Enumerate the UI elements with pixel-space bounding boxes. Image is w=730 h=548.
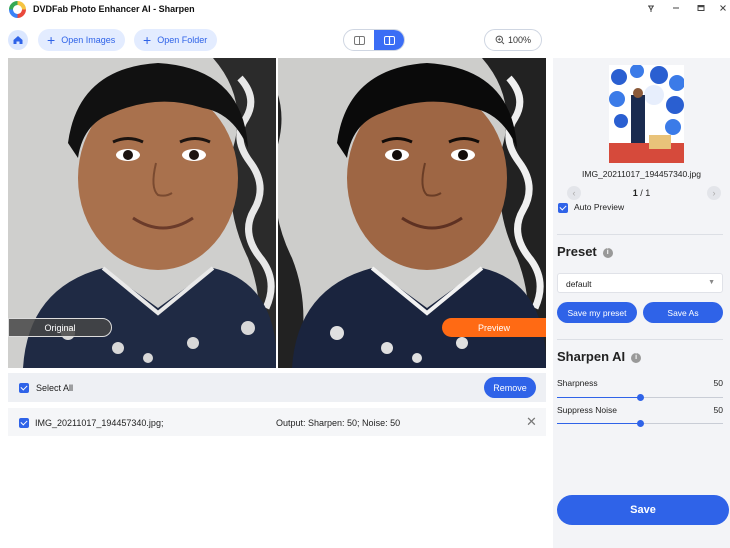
settings-panel: IMG_20211017_194457340.jpg ‹ 1 / 1 › Aut…: [553, 58, 730, 548]
preview-label: Preview: [442, 318, 546, 337]
open-images-button[interactable]: + Open Images: [38, 29, 126, 51]
pin-icon[interactable]: [644, 3, 658, 17]
home-button[interactable]: [8, 30, 28, 50]
zoom-icon: [495, 35, 505, 45]
select-all-label: Select All: [36, 383, 74, 393]
sharpen-title: Sharpen AI: [557, 349, 626, 364]
file-output-settings: Output: Sharpen: 50; Noise: 50: [276, 418, 401, 428]
select-all-checkbox[interactable]: [19, 383, 29, 393]
sharpen-heading: Sharpen AI i: [557, 349, 642, 364]
image-compare-view[interactable]: Original Preview: [8, 58, 546, 368]
title-bar: DVDFab Photo Enhancer AI - Sharpen: [0, 0, 730, 20]
app-logo-icon: [9, 1, 26, 18]
sharpness-slider-handle[interactable]: [637, 394, 644, 401]
auto-preview-label: Auto Preview: [574, 202, 625, 212]
open-folder-button[interactable]: + Open Folder: [134, 29, 218, 51]
suppress-noise-value: 50: [713, 405, 723, 415]
preset-title: Preset: [557, 244, 597, 259]
suppress-noise-slider-handle[interactable]: [637, 420, 644, 427]
info-icon[interactable]: i: [631, 353, 642, 363]
remove-button[interactable]: Remove: [484, 377, 536, 398]
file-name: IMG_20211017_194457340.jpg;: [35, 418, 164, 428]
auto-preview-checkbox[interactable]: [558, 203, 568, 213]
sharpness-label: Sharpness: [557, 378, 598, 388]
thumbnail-filename: IMG_20211017_194457340.jpg: [582, 169, 701, 179]
page-current: 1: [632, 188, 638, 198]
select-all-bar: Select All Remove: [8, 373, 546, 402]
view-mode-toggle: [343, 29, 405, 51]
zoom-button[interactable]: 100%: [484, 29, 542, 51]
save-my-preset-button[interactable]: Save my preset: [557, 302, 637, 323]
compare-divider-handle[interactable]: [276, 58, 278, 368]
page-total: / 1: [640, 188, 651, 198]
open-folder-label: Open Folder: [157, 35, 208, 45]
open-images-label: Open Images: [61, 35, 116, 45]
file-row[interactable]: IMG_20211017_194457340.jpg; Output: Shar…: [8, 408, 546, 436]
divider: [557, 339, 723, 340]
minimize-icon[interactable]: [669, 3, 683, 17]
preset-dropdown[interactable]: default ▼: [557, 273, 723, 293]
remove-file-icon[interactable]: ✕: [526, 415, 537, 428]
preset-heading: Preset i: [557, 244, 613, 259]
original-label: Original: [8, 318, 112, 337]
toolbar: + Open Images + Open Folder 100%: [0, 20, 553, 58]
next-image-button[interactable]: ›: [707, 186, 721, 200]
suppress-noise-label: Suppress Noise: [557, 405, 618, 415]
info-icon[interactable]: i: [602, 248, 613, 258]
maximize-icon[interactable]: [694, 3, 708, 17]
zoom-level: 100%: [507, 35, 532, 45]
plus-icon: +: [47, 31, 56, 48]
file-checkbox[interactable]: [19, 418, 29, 428]
preset-value: default: [566, 279, 592, 289]
divider: [557, 234, 723, 235]
sharpness-slider-fill: [557, 397, 640, 398]
chevron-down-icon: ▼: [708, 279, 715, 286]
page-indicator: 1 / 1: [553, 188, 730, 198]
suppress-noise-slider[interactable]: [557, 420, 723, 427]
save-as-button[interactable]: Save As: [643, 302, 723, 323]
close-icon[interactable]: [716, 3, 730, 17]
single-view-button[interactable]: [344, 30, 374, 50]
split-view-icon: [383, 35, 395, 45]
split-view-button[interactable]: [374, 30, 404, 50]
sharpness-slider[interactable]: [557, 394, 723, 401]
home-icon: [13, 36, 23, 44]
thumbnail-image[interactable]: [609, 65, 684, 163]
plus-icon: +: [143, 31, 152, 48]
sharpness-value: 50: [713, 378, 723, 388]
window-title: DVDFab Photo Enhancer AI - Sharpen: [33, 4, 195, 14]
save-button[interactable]: Save: [557, 495, 729, 525]
single-view-icon: [353, 35, 365, 45]
suppress-noise-slider-fill: [557, 423, 640, 424]
